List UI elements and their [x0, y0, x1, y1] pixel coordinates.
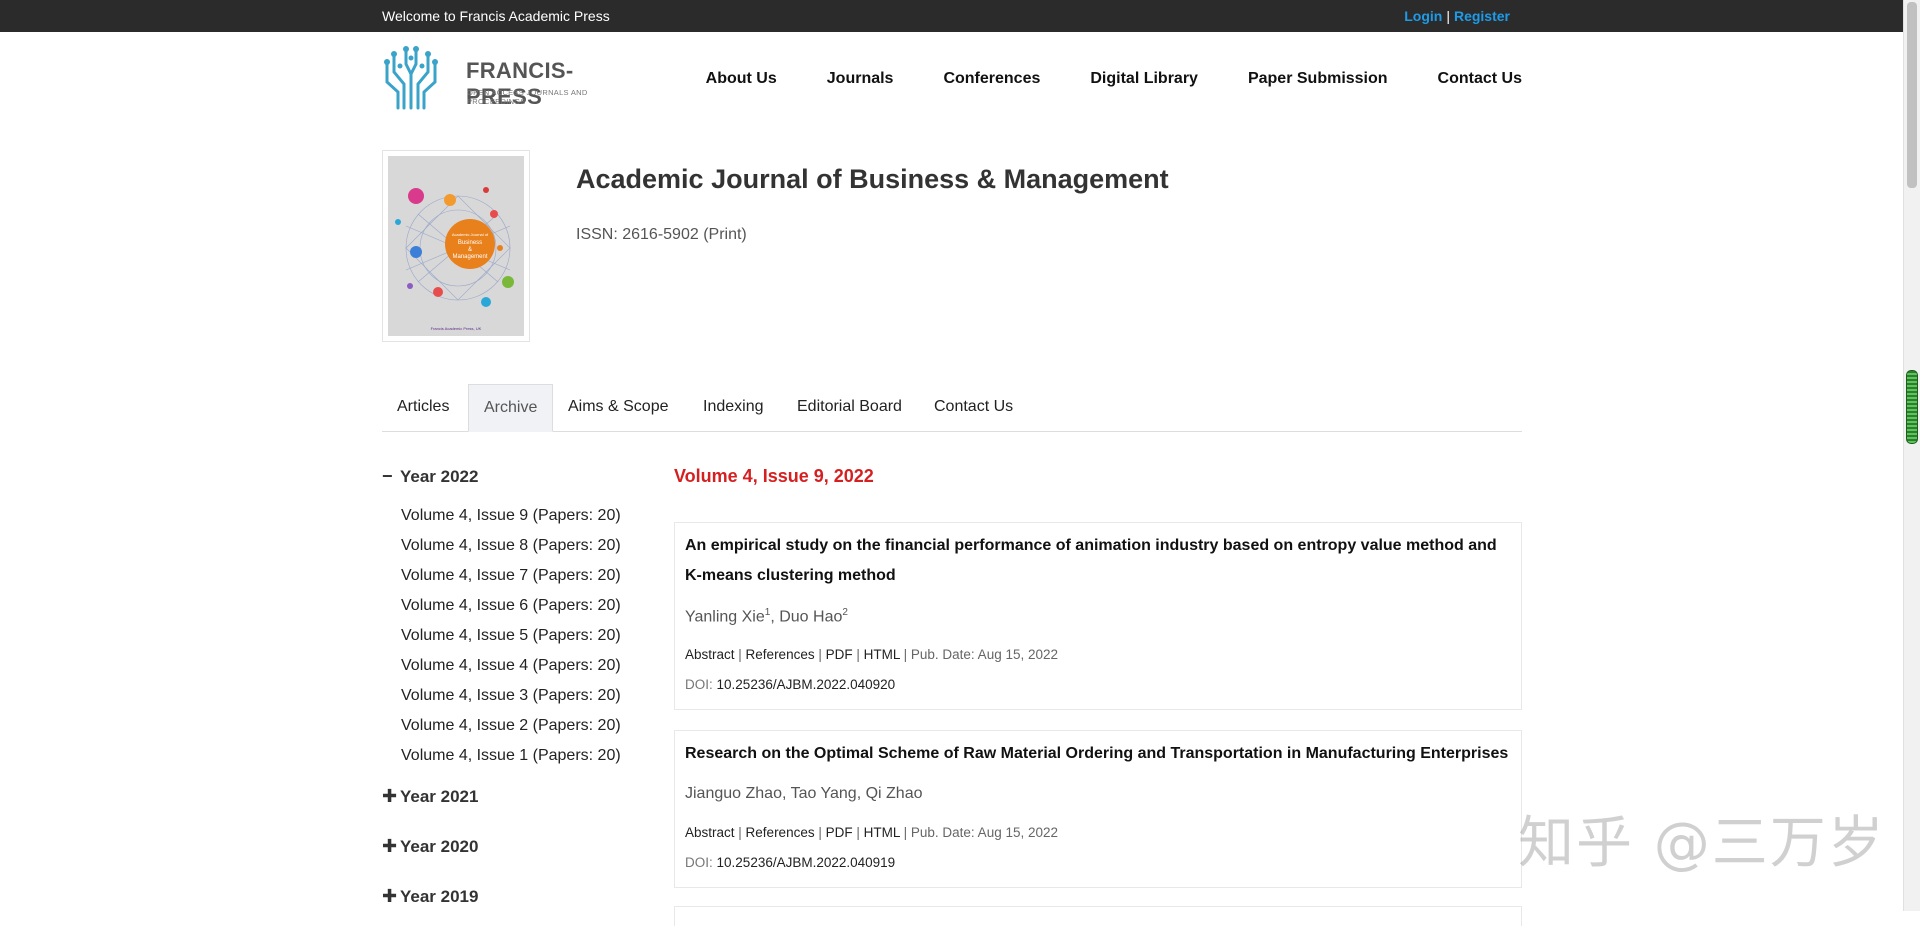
doi-label: DOI: — [685, 677, 713, 692]
link-separator: | — [899, 647, 911, 662]
journal-title: Academic Journal of Business & Managemen… — [576, 164, 1169, 194]
references-link[interactable]: References — [746, 825, 815, 840]
journal-cover: Academic Journal of Business & Managemen… — [382, 150, 530, 342]
expand-icon: ✚ — [382, 836, 398, 856]
author-separator: , — [770, 608, 780, 626]
paper-authors: Yanling Xie1, Duo Hao2 — [685, 607, 848, 626]
cover-line-1: Academic Journal of — [452, 232, 489, 237]
register-link[interactable]: Register — [1454, 8, 1510, 24]
paper-links: Abstract | References | PDF | HTML | Pub… — [685, 647, 1058, 662]
auth-separator: | — [1446, 8, 1450, 24]
main-nav: About Us Journals Conferences Digital Li… — [706, 70, 1522, 88]
page-scrollbar[interactable] — [1903, 0, 1920, 911]
link-separator: | — [899, 825, 911, 840]
nav-conferences[interactable]: Conferences — [943, 70, 1040, 88]
scroll-indicator-icon[interactable] — [1906, 370, 1918, 444]
paper-title[interactable]: Research on the Optimal Scheme of Raw Ma… — [685, 739, 1511, 769]
top-bar: Welcome to Francis Academic Press Login |… — [0, 0, 1904, 32]
nav-journals[interactable]: Journals — [827, 70, 894, 88]
year-2021-toggle[interactable]: ✚ Year 2021 — [382, 786, 478, 807]
paper-doi: DOI: 10.25236/AJBM.2022.040920 — [685, 677, 895, 692]
tab-editorial-board[interactable]: Editorial Board — [782, 384, 917, 430]
journal-tabs: Articles Archive Aims & Scope Indexing E… — [382, 384, 1522, 432]
scrollbar-thumb[interactable] — [1907, 2, 1917, 188]
author-name[interactable]: Duo Hao — [779, 608, 842, 625]
year-label: Year 2020 — [400, 837, 479, 856]
tab-contact-us[interactable]: Contact Us — [919, 384, 1028, 430]
author-affiliation: 2 — [842, 607, 848, 618]
tab-articles[interactable]: Articles — [382, 384, 464, 430]
nav-paper-submission[interactable]: Paper Submission — [1248, 70, 1388, 88]
paper-doi: DOI: 10.25236/AJBM.2022.040919 — [685, 855, 895, 870]
watermark: 知乎 @三万岁 — [1518, 811, 1886, 876]
tab-archive[interactable]: Archive — [468, 384, 554, 432]
year-2020-toggle[interactable]: ✚ Year 2020 — [382, 836, 478, 857]
paper-card: Research on the Optimal Scheme of Raw Ma… — [674, 730, 1522, 888]
year-label: Year 2022 — [400, 467, 479, 486]
year-label: Year 2021 — [400, 787, 479, 806]
tree-logo-icon — [384, 46, 438, 110]
issue-link[interactable]: Volume 4, Issue 7 (Papers: 20) — [401, 567, 621, 585]
welcome-text: Welcome to Francis Academic Press — [382, 8, 610, 24]
references-link[interactable]: References — [746, 647, 815, 662]
doi-link[interactable]: 10.25236/AJBM.2022.040920 — [717, 677, 896, 692]
paper-card: An empirical study on the financial perf… — [674, 522, 1522, 710]
html-link[interactable]: HTML — [864, 647, 900, 662]
year-label: Year 2019 — [400, 887, 479, 906]
site-logo[interactable]: FRANCIS-PRESS OPEN ACCESS JOURNALS AND P… — [382, 44, 642, 112]
collapse-icon: − — [382, 466, 393, 486]
author-name[interactable]: Yanling Xie — [685, 608, 765, 625]
logo-tagline: OPEN ACCESS JOURNALS AND PROCEEDINGS — [467, 88, 588, 106]
doi-link[interactable]: 10.25236/AJBM.2022.040919 — [717, 855, 896, 870]
link-separator: | — [852, 825, 864, 840]
issue-link[interactable]: Volume 4, Issue 4 (Papers: 20) — [401, 657, 621, 675]
cover-line-4: Management — [452, 254, 487, 260]
tab-indexing[interactable]: Indexing — [688, 384, 779, 430]
issue-link[interactable]: Volume 4, Issue 5 (Papers: 20) — [401, 627, 621, 645]
cover-line-2: Business — [458, 240, 482, 246]
site-header: FRANCIS-PRESS OPEN ACCESS JOURNALS AND P… — [382, 42, 1522, 122]
link-separator: | — [814, 825, 826, 840]
pdf-link[interactable]: PDF — [826, 825, 853, 840]
nav-contact-us[interactable]: Contact Us — [1438, 70, 1522, 88]
nav-about-us[interactable]: About Us — [706, 70, 777, 88]
year-2019-toggle[interactable]: ✚ Year 2019 — [382, 886, 478, 907]
pub-date: Pub. Date: Aug 15, 2022 — [910, 647, 1059, 662]
paper-authors: Jianguo Zhao, Tao Yang, Qi Zhao — [685, 785, 923, 802]
auth-links: Login | Register — [1404, 8, 1510, 24]
paper-card-partial — [674, 906, 1522, 926]
issue-link[interactable]: Volume 4, Issue 8 (Papers: 20) — [401, 537, 621, 555]
year-2022-toggle[interactable]: − Year 2022 — [382, 466, 478, 487]
issue-link[interactable]: Volume 4, Issue 6 (Papers: 20) — [401, 597, 621, 615]
link-separator: | — [734, 647, 746, 662]
abstract-link[interactable]: Abstract — [685, 825, 735, 840]
paper-links: Abstract | References | PDF | HTML | Pub… — [685, 825, 1058, 840]
expand-icon: ✚ — [382, 886, 398, 906]
journal-cover-image: Academic Journal of Business & Managemen… — [388, 156, 524, 336]
pub-date: Pub. Date: Aug 15, 2022 — [910, 825, 1059, 840]
cover-footer: Francis Academic Press, UK — [431, 326, 482, 331]
doi-label: DOI: — [685, 855, 713, 870]
nav-digital-library[interactable]: Digital Library — [1090, 70, 1198, 88]
cover-line-3: & — [468, 247, 472, 253]
abstract-link[interactable]: Abstract — [685, 647, 735, 662]
login-link[interactable]: Login — [1404, 8, 1442, 24]
issue-heading: Volume 4, Issue 9, 2022 — [674, 466, 874, 486]
html-link[interactable]: HTML — [864, 825, 900, 840]
issue-link[interactable]: Volume 4, Issue 1 (Papers: 20) — [401, 747, 621, 765]
tab-aims-scope[interactable]: Aims & Scope — [553, 384, 683, 430]
issue-link[interactable]: Volume 4, Issue 9 (Papers: 20) — [401, 507, 621, 525]
issue-link[interactable]: Volume 4, Issue 3 (Papers: 20) — [401, 687, 621, 705]
journal-header: Academic Journal of Business & Managemen… — [382, 150, 1522, 345]
link-separator: | — [734, 825, 746, 840]
paper-title[interactable]: An empirical study on the financial perf… — [685, 531, 1511, 591]
issue-link[interactable]: Volume 4, Issue 2 (Papers: 20) — [401, 717, 621, 735]
expand-icon: ✚ — [382, 786, 398, 806]
journal-issn: ISSN: 2616-5902 (Print) — [576, 226, 747, 243]
link-separator: | — [852, 647, 864, 662]
link-separator: | — [814, 647, 826, 662]
pdf-link[interactable]: PDF — [826, 647, 853, 662]
